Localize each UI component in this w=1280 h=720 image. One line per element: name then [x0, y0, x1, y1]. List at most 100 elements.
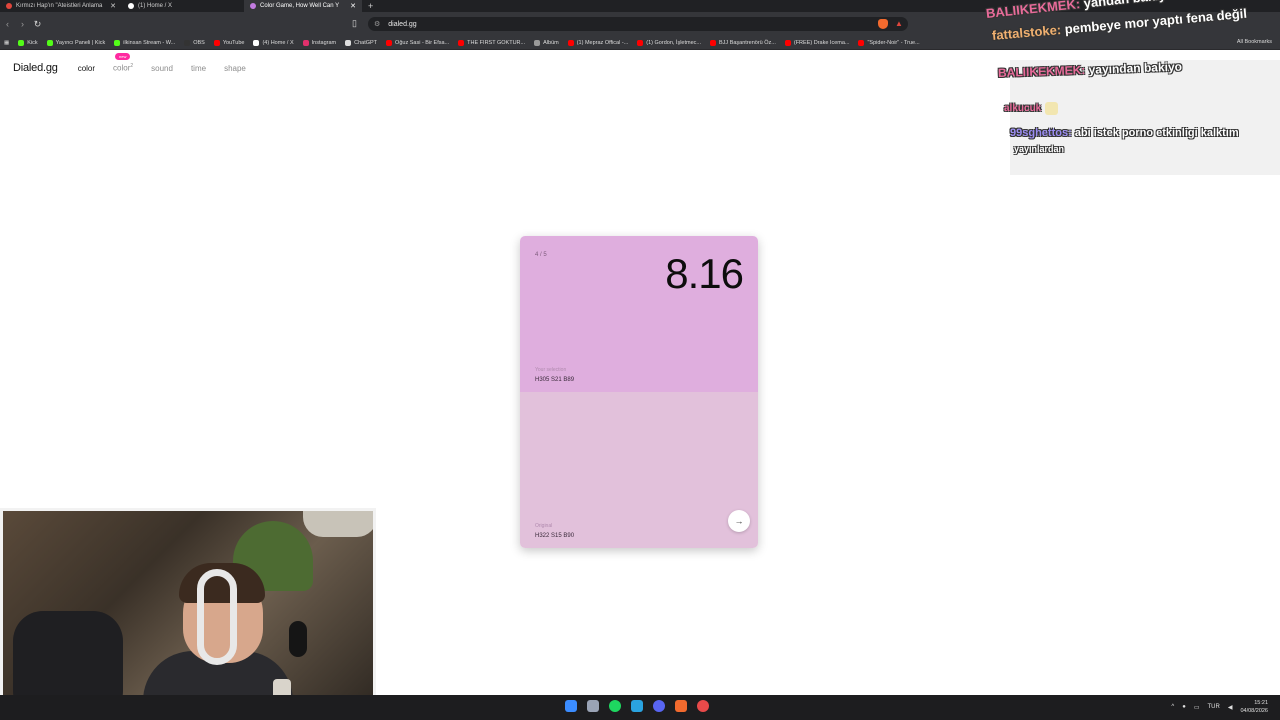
tab-title: Color Game, How Well Can Y [260, 3, 340, 9]
kick-icon [18, 39, 25, 46]
your-selection-swatch: 4 / 5 8.16 Your selection H305 S21 B89 [520, 236, 758, 392]
nav-shape[interactable]: shape [224, 64, 246, 73]
file-explorer-icon[interactable] [587, 700, 599, 712]
tab-1[interactable]: Kırmızı Hap'ın "Ateistleri Anlama ✕ [0, 0, 122, 12]
brave-icon[interactable] [675, 700, 687, 712]
bookmark-item[interactable]: Oğuz Sasi - Bir Efsa... [386, 39, 450, 46]
clock-date: 04/08/2026 [1240, 708, 1268, 714]
bookmark-item[interactable]: ChatGPT [345, 39, 378, 46]
bookmark-label: (FREE) Drake Icema... [793, 39, 850, 46]
close-tab-icon[interactable]: ✕ [350, 2, 356, 10]
x-favicon-icon [128, 3, 134, 9]
bookmark-item[interactable]: THE FIRST GOKTUR... [458, 39, 526, 46]
original-value: H322 S15 B90 [535, 533, 575, 539]
bookmark-item[interactable]: Kick [18, 39, 38, 46]
windows-taskbar: ^ ● ▭ TUR ◀ 15:21 04/08/2026 [0, 695, 1280, 720]
obs-icon [184, 39, 191, 46]
bookmark-item[interactable]: "Spider-Noir" - True... [858, 39, 920, 46]
forward-icon[interactable]: › [15, 19, 30, 29]
bookmark-label: Albüm [543, 39, 559, 46]
language-indicator[interactable]: TUR [1208, 704, 1220, 710]
site-logo[interactable]: Dialed.gg [13, 62, 58, 74]
bookmark-label: (1) Mepraz Offical -... [576, 39, 629, 46]
original-swatch: Original H322 S15 B90 → [520, 392, 758, 548]
spotify-icon[interactable] [609, 700, 621, 712]
bookmark-item[interactable]: Instagram [302, 39, 337, 46]
chat-text: yandan bakiyo ama [1083, 0, 1204, 11]
youtube-icon [637, 39, 644, 46]
webcam-ceiling-light [303, 511, 373, 537]
nav-sound[interactable]: sound [151, 64, 173, 73]
network-icon[interactable]: ▭ [1194, 704, 1200, 711]
score-value: 8.16 [665, 250, 744, 297]
bookmark-label: Kick [27, 39, 38, 46]
bookmark-label: Oğuz Sasi - Bir Efsa... [395, 39, 450, 46]
dialed-favicon-icon [250, 3, 256, 9]
microphone-icon [289, 621, 307, 657]
nav-color[interactable]: color [78, 64, 95, 73]
kick-icon [46, 39, 53, 46]
tray-chevron-icon[interactable]: ^ [1171, 704, 1174, 710]
back-icon[interactable]: ‹ [0, 19, 15, 29]
steam-icon[interactable] [631, 700, 643, 712]
apps-icon[interactable]: ▦ [4, 40, 9, 46]
youtube-favicon-icon [6, 3, 12, 9]
tab-3-active[interactable]: Color Game, How Well Can Y ✕ [244, 0, 362, 12]
youtube-icon [458, 39, 465, 46]
youtube-icon [858, 39, 865, 46]
next-round-button[interactable]: → [728, 510, 750, 532]
nav-time[interactable]: time [191, 64, 206, 73]
site-nav: Dialed.gg color new color2 sound time sh… [13, 53, 246, 74]
windows-start-icon[interactable] [565, 700, 577, 712]
reload-icon[interactable]: ↻ [30, 19, 45, 30]
bookmark-icon[interactable]: ▯ [352, 18, 357, 29]
url-text: dialed.gg [388, 20, 417, 28]
instagram-icon [302, 39, 309, 46]
youtube-icon [213, 39, 220, 46]
bookmark-item[interactable]: ilkinsan Stream - W... [114, 39, 175, 46]
site-info-icon[interactable]: ⚙ [374, 20, 380, 28]
rewards-icon[interactable]: ▲ [895, 19, 903, 28]
bookmark-item[interactable]: (1) Gordon, İşletmec... [637, 39, 701, 46]
bookmark-label: ChatGPT [354, 39, 378, 46]
youtube-icon [784, 39, 791, 46]
new-badge: new [115, 53, 131, 61]
bookmark-item[interactable]: (1) Mepraz Offical -... [567, 39, 629, 46]
chat-text: yayınlardan [1014, 144, 1065, 154]
address-bar[interactable]: ⚙ dialed.gg [368, 17, 908, 31]
bookmark-label: Instagram [311, 39, 337, 46]
nav-color2-label: color [113, 64, 131, 73]
chat-message: 99sghettos: abi istek porno etkinligi ka… [1010, 127, 1239, 139]
tab-2[interactable]: (1) Home / X [122, 0, 244, 12]
chat-username: fattalstoke: [991, 21, 1062, 43]
bookmark-label: OBS [193, 39, 205, 46]
kick-icon [114, 39, 121, 46]
folder-icon [534, 39, 541, 46]
obs-icon[interactable] [697, 700, 709, 712]
bookmark-item[interactable]: YouTube [213, 39, 245, 46]
bookmark-folder[interactable]: Albüm [534, 39, 559, 46]
nav-color2[interactable]: new color2 [113, 53, 134, 73]
chat-text: abi istek porno etkinligi kalktım [1074, 127, 1239, 139]
brave-shield-icon[interactable] [878, 19, 888, 29]
discord-icon[interactable] [653, 700, 665, 712]
tab-title: Kırmızı Hap'ın "Ateistleri Anlama [16, 3, 103, 9]
volume-icon[interactable]: ◀ [1228, 704, 1233, 711]
nav-color2-sup: 2 [130, 63, 134, 70]
new-tab-button[interactable]: + [362, 1, 379, 11]
chat-message-continuation: yayınlardan [1014, 144, 1064, 154]
x-icon [253, 39, 260, 46]
bookmark-item[interactable]: OBS [184, 39, 205, 46]
bookmark-item[interactable]: Yayıncı Paneli | Kick [46, 39, 105, 46]
bookmark-item[interactable]: (FREE) Drake Icema... [784, 39, 850, 46]
bookmark-item[interactable]: (4) Home / X [253, 39, 294, 46]
bookmark-label: THE FIRST GOKTUR... [467, 39, 526, 46]
bookmark-label: "Spider-Noir" - True... [867, 39, 920, 46]
headset-icon [197, 569, 237, 665]
stream-chat-overlay: BALIIKEKMEK: yandan bakiyo ama fattalsto… [970, 0, 1280, 175]
clock[interactable]: 15:21 04/08/2026 [1240, 699, 1268, 715]
bookmark-label: YouTube [222, 39, 245, 46]
mic-tray-icon[interactable]: ● [1182, 704, 1186, 710]
close-tab-icon[interactable]: ✕ [110, 2, 116, 10]
bookmark-item[interactable]: BJJ Başantrenörü Öz... [710, 39, 776, 46]
